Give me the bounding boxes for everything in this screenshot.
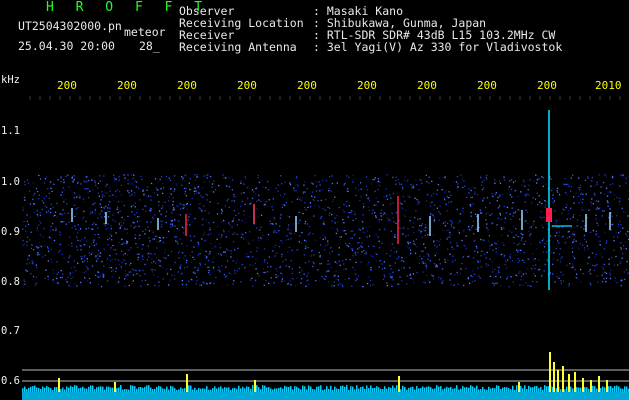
time-tick-marks [29,96,621,100]
spectrogram-plot [22,96,629,400]
signal-strength-trace [22,352,629,400]
meteor-echoes [71,110,611,290]
noise-band [22,174,629,288]
spectrogram-window: H R O F F T UT2504302000.pn meteor 25.04… [0,0,629,400]
